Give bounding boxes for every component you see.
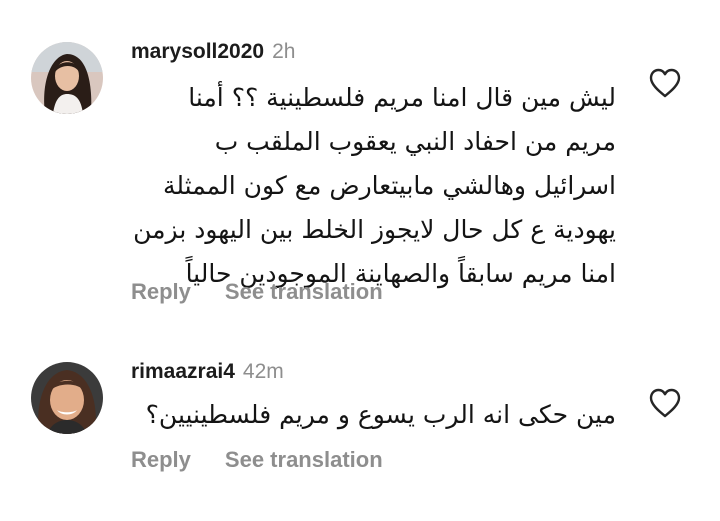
comment-actions: Reply See translation [131,447,383,473]
comment-item: rimaazrai4 42m مين حكى انه الرب يسوع و مر… [0,330,720,521]
heart-outline-icon[interactable] [648,388,682,418]
reply-button[interactable]: Reply [131,447,191,472]
comment-header: marysoll2020 2h [131,40,295,64]
username-link[interactable]: marysoll2020 [131,40,264,63]
see-translation-button[interactable]: See translation [225,447,383,472]
comment-timestamp: 2h [272,40,296,63]
heart-outline-icon[interactable] [648,68,682,98]
username-link[interactable]: rimaazrai4 [131,360,235,383]
avatar[interactable] [31,362,103,434]
comment-item: marysoll2020 2h ليش مين قال امنا مريم فلس… [0,0,720,330]
comment-header: rimaazrai4 42m [131,360,284,384]
comment-text: ليش مين قال امنا مريم فلسطينية ؟؟ أمنا م… [133,83,616,288]
avatar[interactable] [31,42,103,114]
see-translation-button[interactable]: See translation [225,279,383,304]
comment-actions: Reply See translation [131,279,383,305]
comment-text: مين حكى انه الرب يسوع و مريم فلسطينيين؟ [145,400,616,429]
comment-timestamp: 42m [242,360,284,383]
reply-button[interactable]: Reply [131,279,191,304]
